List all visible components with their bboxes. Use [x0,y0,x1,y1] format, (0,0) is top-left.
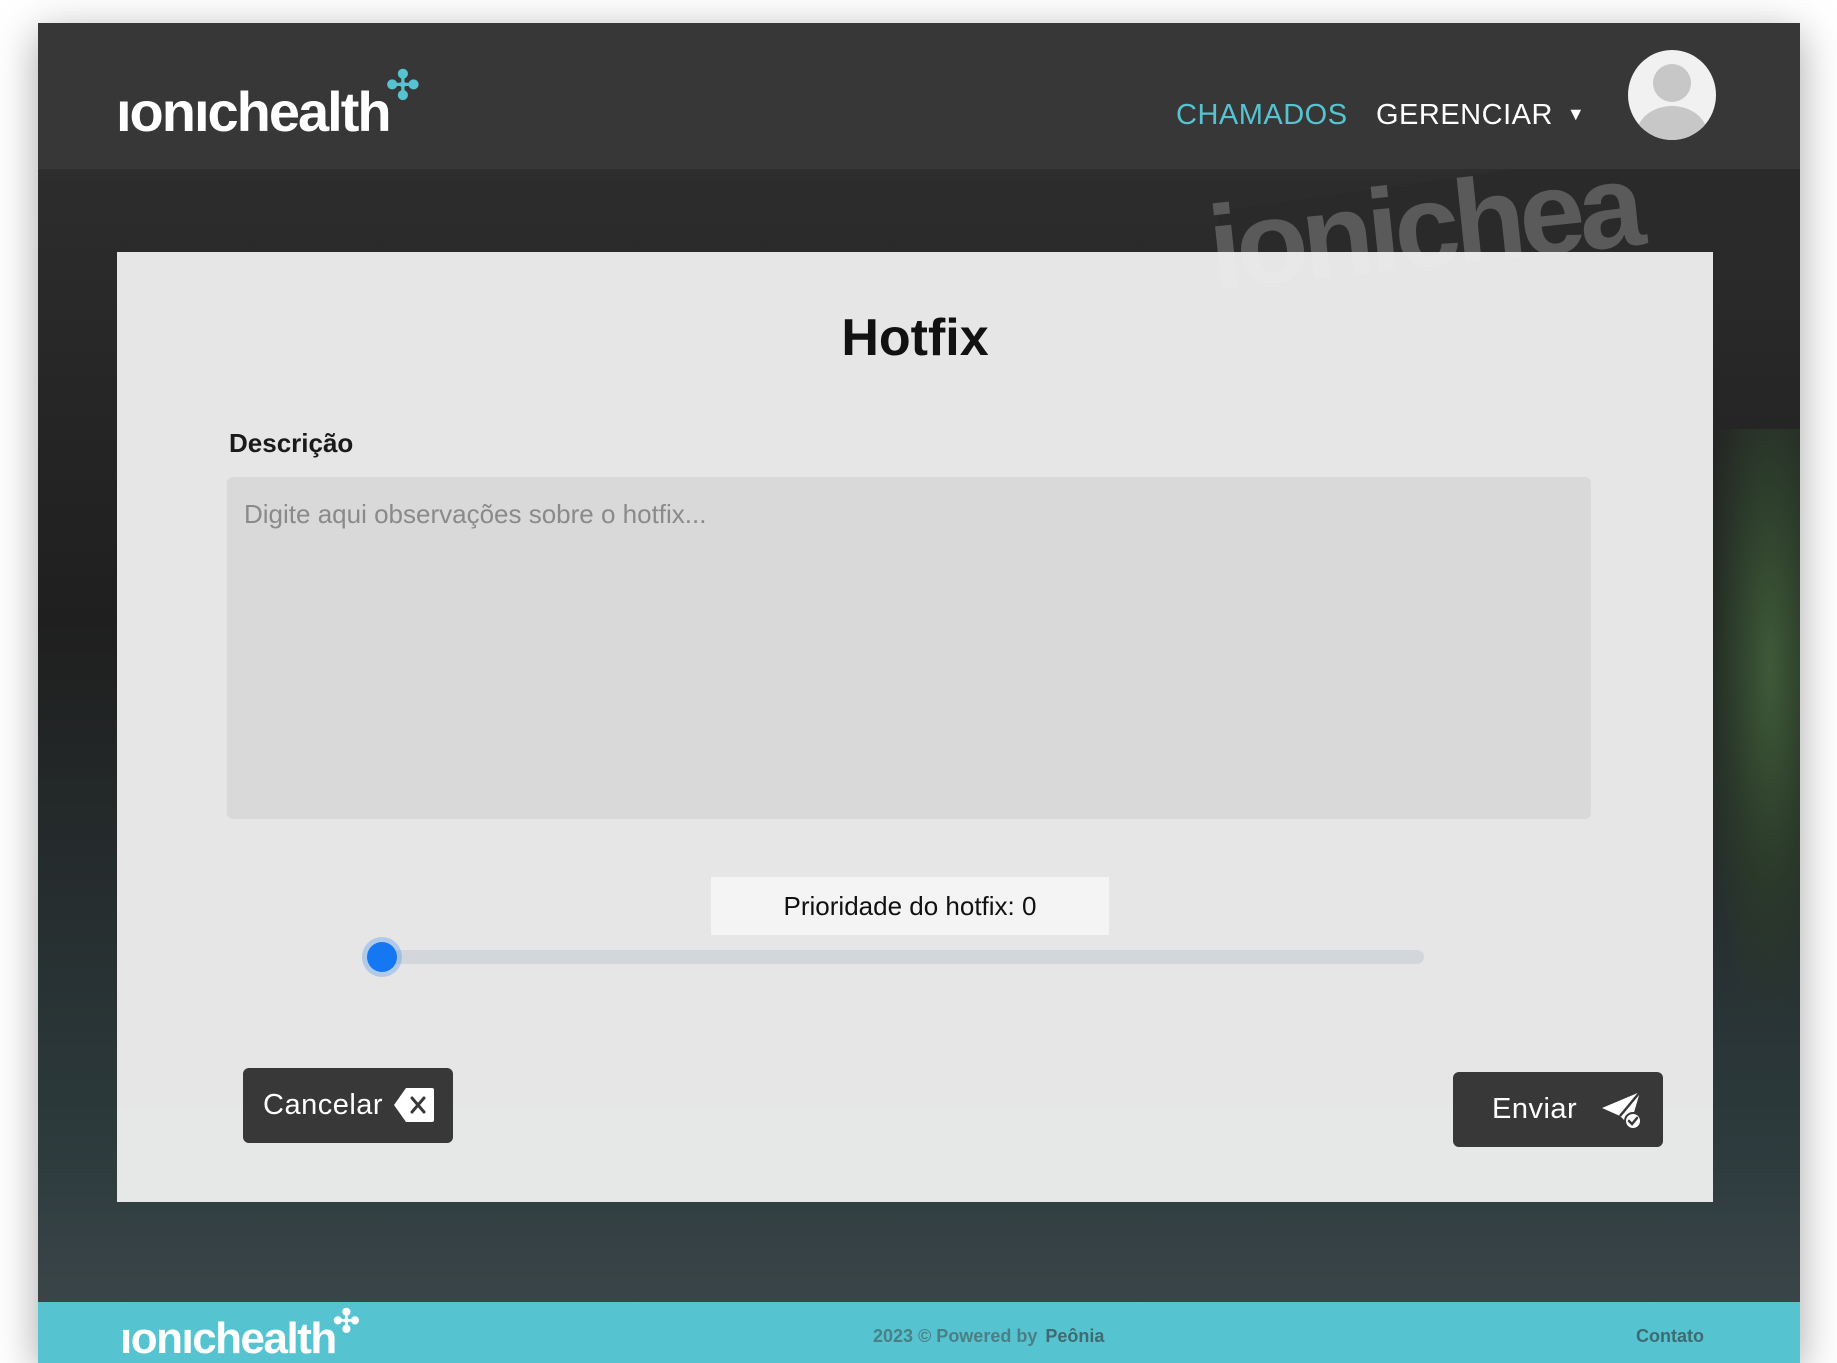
avatar-head [1653,64,1691,102]
background-plant [1698,429,1800,1029]
footer-copyright: 2023 © Powered by Peônia [873,1326,1104,1347]
caret-down-icon: ▼ [1566,104,1586,124]
priority-slider-track[interactable] [367,950,1424,964]
nav-gerenciar[interactable]: GERENCIAR ▼ [1376,99,1585,132]
form-title: Hotfix [841,309,989,367]
user-avatar-icon[interactable] [1628,50,1716,140]
top-navbar: ıonıchealth ✣ CHAMADOS GERENCIAR ▼ [38,23,1800,169]
footer-logo-text: ıonıchealth [120,1314,337,1363]
cancel-button-label: Cancelar [263,1089,384,1121]
priority-slider-thumb[interactable] [367,942,397,972]
brand-name[interactable]: Peônia [1045,1326,1104,1346]
nav-chamados[interactable]: CHAMADOS [1176,99,1348,132]
logo-plus-icon: ✣ [386,64,420,108]
background-photo: ionichea Hotfix Descrição Prioridade do … [38,169,1800,1303]
copyright-text: 2023 © Powered by [873,1326,1038,1346]
send-button-label: Enviar [1492,1093,1578,1125]
priority-label-box: Prioridade do hotfix: 0 [711,877,1109,935]
nav-gerenciar-label: GERENCIAR [1376,99,1553,131]
ionichealth-logo[interactable]: ıonıchealth ✣ [116,64,420,144]
description-label: Descrição [229,428,354,458]
send-button[interactable]: Enviar [1453,1072,1663,1147]
footer-logo: ıonıchealth ✣ [120,1303,360,1363]
description-textarea[interactable] [227,477,1591,819]
backspace-x-icon [393,1086,435,1132]
footer-logo-plus-icon: ✣ [332,1303,360,1339]
cancel-button[interactable]: Cancelar [243,1068,453,1143]
logo-text: ıonıchealth [116,80,392,143]
hotfix-form-card: Hotfix Descrição Prioridade do hotfix: 0… [117,252,1713,1202]
footer-contact-link[interactable]: Contato [1636,1326,1704,1347]
app-window: ıonıchealth ✣ CHAMADOS GERENCIAR ▼ ionich… [38,23,1800,1363]
priority-label: Prioridade do hotfix: 0 [783,891,1037,921]
avatar-body [1636,106,1708,140]
paper-plane-check-icon [1600,1090,1644,1138]
footer: ıonıchealth ✣ 2023 © Powered by Peônia Co… [38,1302,1800,1363]
